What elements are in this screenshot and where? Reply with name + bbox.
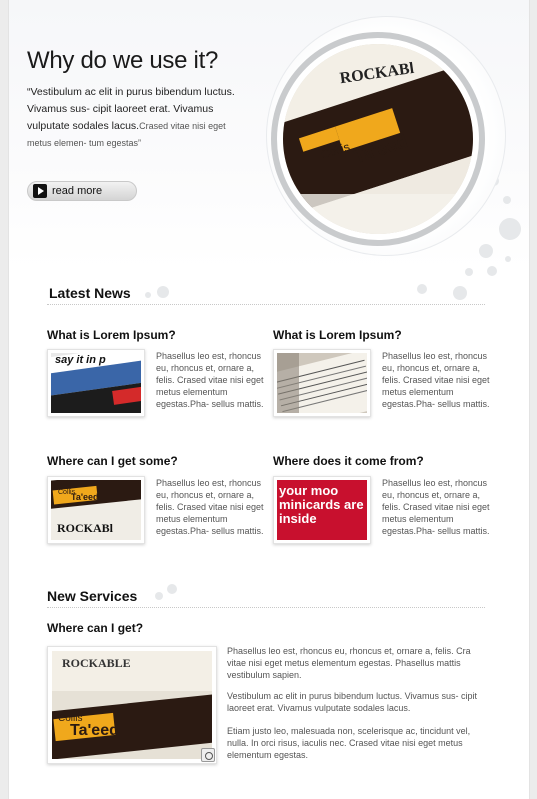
news-item-title[interactable]: What is Lorem Ipsum?: [273, 328, 402, 342]
decor-dot: [505, 256, 511, 262]
thumb-say-it: say it in p: [55, 354, 106, 366]
news-item-title[interactable]: Where does it come from?: [273, 454, 424, 468]
latest-news-heading: Latest News: [49, 285, 131, 301]
service-paragraph: Vestibulum ac elit in purus bibendum luc…: [227, 691, 477, 713]
news-thumbnail[interactable]: say it in p: [47, 349, 145, 417]
news-thumbnail[interactable]: your moo minicards are inside: [273, 476, 371, 544]
divider: [47, 607, 485, 608]
service-image-taeed: Ta'eed: [70, 722, 119, 739]
hero-text: “Vestibulum ac elit in purus bibendum lu…: [27, 84, 237, 152]
news-thumbnail[interactable]: [273, 349, 371, 417]
decor-dot: [145, 292, 151, 298]
decor-dot: [487, 266, 497, 276]
read-more-label: read more: [52, 185, 103, 197]
zoom-icon[interactable]: [201, 748, 215, 762]
new-services-heading: New Services: [47, 588, 138, 604]
service-image-rockable: ROCKABLE: [62, 656, 131, 670]
news-thumbnail[interactable]: Collis Ta'eed ROCKABl: [47, 476, 145, 544]
news-item-text: Phasellus leo est, rhoncus eu, rhoncus e…: [382, 351, 490, 409]
thumb-taeed: Ta'eed: [71, 492, 98, 502]
news-item-text: Phasellus leo est, rhoncus eu, rhoncus e…: [156, 351, 264, 409]
decor-dot: [417, 284, 427, 294]
decor-dot: [503, 196, 511, 204]
service-title[interactable]: Where can I get?: [47, 621, 143, 635]
decor-dot: [465, 268, 473, 276]
decor-dot: [499, 218, 521, 240]
service-paragraph: Phasellus leo est, rhoncus eu, rhoncus e…: [227, 646, 471, 680]
news-item-title[interactable]: What is Lorem Ipsum?: [47, 328, 176, 342]
decor-dot: [479, 244, 493, 258]
play-icon: [33, 184, 47, 198]
service-image[interactable]: ROCKABLE Collis Ta'eed: [40, 646, 235, 764]
news-item-text: Phasellus leo est, rhoncus eu, rhoncus e…: [382, 478, 490, 536]
thumb-moo: your moo minicards are inside: [279, 484, 364, 526]
decor-dot: [167, 584, 177, 594]
service-paragraph: Etiam justo leo, malesuada non, sceleris…: [227, 726, 471, 760]
decor-dot: [157, 286, 169, 298]
news-item-title[interactable]: Where can I get some?: [47, 454, 178, 468]
news-item-text: Phasellus leo est, rhoncus eu, rhoncus e…: [156, 478, 264, 536]
decor-dot: [155, 592, 163, 600]
thumb-rockab: ROCKABl: [57, 521, 114, 535]
hero-photo: ROCKABl Collis Ta'eed: [283, 44, 473, 234]
decor-dot: [453, 286, 467, 300]
divider: [47, 304, 485, 305]
newsletter-page: Why do we use it? “Vestibulum ac elit in…: [8, 0, 530, 799]
hero-title: Why do we use it?: [27, 47, 218, 74]
read-more-button[interactable]: read more: [27, 181, 137, 201]
